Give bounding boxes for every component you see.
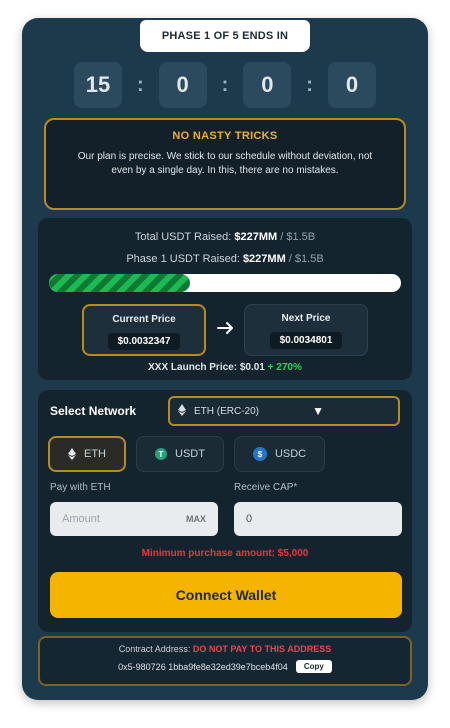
total-raised-label: Total USDT Raised: — [134, 231, 232, 243]
svg-text:$: $ — [258, 450, 263, 459]
token-usdt-button[interactable]: T USDT — [136, 436, 224, 472]
contract-box: Contract Address: DO NOT PAY TO THIS ADD… — [38, 636, 412, 686]
purchase-panel: Select Network ETH (ERC-20) ▼ ETH T USDT… — [38, 390, 412, 632]
notice-title: NO NASTY TRICKS — [172, 130, 278, 142]
current-price-label: Current Price — [112, 314, 176, 325]
network-label: Select Network — [50, 404, 137, 418]
raise-progress-fill — [49, 274, 190, 292]
minimum-purchase-warning: Minimum purchase amount: $5,000 — [141, 548, 309, 559]
arrow-right-icon — [217, 322, 233, 334]
connect-wallet-button[interactable]: Connect Wallet — [50, 572, 402, 618]
next-price-value: $0.0034801 — [269, 332, 343, 349]
token-usdt-label: USDT — [175, 448, 205, 460]
countdown-separator: : — [221, 73, 229, 96]
current-price-value: $0.0032347 — [107, 333, 181, 350]
svg-text:T: T — [159, 450, 164, 459]
contract-address: 0x5-980726 1bba9fe8e32ed39e7bceb4f04 — [118, 661, 288, 672]
current-price-box: Current Price $0.0032347 — [82, 304, 206, 356]
phase-raised-value: $227MM — [242, 253, 286, 265]
pay-amount-input[interactable]: Amount MAX — [50, 502, 218, 536]
pay-amount-placeholder: Amount — [62, 513, 100, 525]
countdown-minutes: 0 — [243, 62, 292, 108]
countdown-hours: 0 — [158, 62, 207, 108]
copy-button[interactable]: Copy — [295, 660, 332, 673]
eth-icon — [68, 448, 76, 460]
phase-raised-line: Phase 1 USDT Raised: $227MM / $1.5B — [38, 248, 412, 270]
countdown-separator: : — [306, 73, 313, 96]
total-raised-target: / $1.5B — [280, 231, 316, 243]
chevron-down-icon: ▼ — [312, 404, 324, 418]
next-price-label: Next Price — [281, 313, 331, 324]
receive-label: Receive CAP* — [234, 482, 298, 493]
token-usdc-button[interactable]: $ USDC — [233, 436, 326, 472]
usdt-icon: T — [155, 448, 167, 460]
phase-raised-target: / $1.5B — [288, 253, 324, 265]
total-raised-value: $227MM — [234, 231, 278, 243]
notice-text: Our plan is precise. We stick to our sch… — [77, 151, 373, 176]
notice-box: NO NASTY TRICKS Our plan is precise. We … — [44, 118, 406, 210]
receive-amount-field[interactable]: 0 — [234, 502, 402, 536]
total-raised-line: Total USDT Raised: $227MM / $1.5B — [38, 226, 412, 248]
contract-header: Contract Address: DO NOT PAY TO THIS ADD… — [40, 644, 410, 654]
network-selected-value: ETH (ERC-20) — [194, 405, 260, 417]
contract-address-row: 0x5-980726 1bba9fe8e32ed39e7bceb4f04 Cop… — [40, 660, 410, 673]
field-labels: Pay with ETH Receive CAP* — [50, 482, 402, 493]
price-row: Current Price $0.0032347 Next Price $0.0… — [38, 300, 412, 370]
next-price-box: Next Price $0.0034801 — [244, 304, 368, 356]
eth-icon — [178, 403, 186, 419]
phase-raised-label: Phase 1 USDT Raised: — [126, 253, 240, 265]
token-selector: ETH T USDT $ USDC — [48, 436, 326, 472]
token-eth-label: ETH — [84, 448, 106, 460]
contract-warning: DO NOT PAY TO THIS ADDRESS — [192, 644, 332, 654]
countdown-separator: : — [136, 73, 144, 96]
countdown-days: 15 — [74, 62, 122, 108]
contract-label: Contract Address: — [118, 644, 191, 654]
token-eth-button[interactable]: ETH — [48, 436, 126, 472]
max-button[interactable]: MAX — [186, 514, 206, 524]
countdown: 15 : 0 : 0 : 0 — [74, 62, 376, 108]
phase-label: PHASE 1 OF 5 ENDS IN — [140, 20, 310, 52]
countdown-seconds: 0 — [327, 62, 376, 108]
stats-panel: Total USDT Raised: $227MM / $1.5B Phase … — [38, 218, 412, 380]
pay-label: Pay with ETH — [50, 482, 111, 493]
network-select[interactable]: ETH (ERC-20) ▼ — [168, 396, 400, 426]
token-usdc-label: USDC — [274, 448, 307, 460]
usdc-icon: $ — [252, 447, 267, 461]
raise-progress-bar — [49, 274, 401, 292]
